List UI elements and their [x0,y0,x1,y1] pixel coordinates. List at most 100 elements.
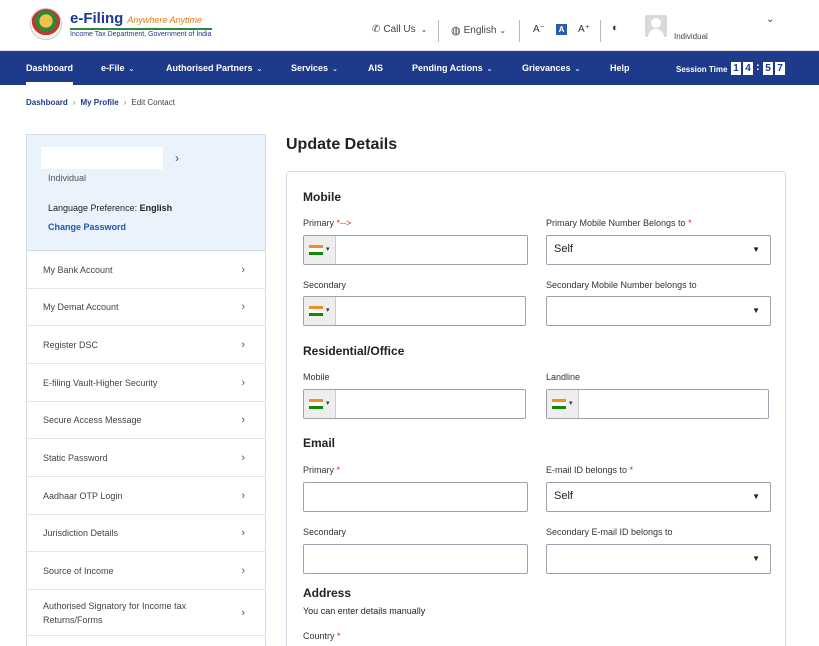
sidebar-item-demat-account[interactable]: My Demat Account › [27,288,265,326]
sidebar-item-register-dsc[interactable]: Register DSC › [27,326,265,364]
nav-efile[interactable]: e-File ⌄ [101,51,134,85]
chevron-right-icon: › [241,564,245,577]
profile-name-field[interactable] [41,147,163,169]
nav-dashboard[interactable]: Dashboard [26,51,74,85]
email-secondary-belongs-select[interactable]: ▼ [546,544,771,574]
secondary-belongs-select[interactable]: ▼ [546,296,771,326]
sidebar-item-jurisdiction-details[interactable]: Jurisdiction Details › [27,514,265,552]
nav-services[interactable]: Services ⌄ [291,51,338,85]
breadcrumb-my-profile[interactable]: My Profile [80,98,118,107]
chevron-down-icon: ⌄ [128,66,135,73]
chevron-right-icon: › [123,98,127,107]
email-secondary-input[interactable] [303,544,528,574]
main-navbar: Dashboard e-File ⌄ Authorised Partners ⌄ S… [0,51,819,85]
change-password-link[interactable]: Change Password [48,222,126,232]
primary-belongs-select[interactable]: Self ▼ [546,235,771,265]
mobile-section-title: Mobile [303,190,341,204]
india-flag-icon [309,306,323,316]
sidebar-item-authorised-signatory[interactable]: Authorised Signatory for Income tax Retu… [27,590,265,636]
primary-belongs-value: Self [554,243,573,255]
country-code-selector[interactable]: ▾ [304,297,336,325]
email-section-title: Email [303,436,336,450]
logo-subtitle: Income Tax Department, Government of Ind… [70,27,212,38]
avatar[interactable] [645,15,667,37]
top-header: e-Filing Anywhere Anytime Income Tax Depa… [0,0,819,51]
profile-role: Individual [48,173,87,183]
chevron-down-icon[interactable]: ⌄ [766,14,774,25]
landline-label: Landline [546,372,581,382]
sidebar-item-static-password[interactable]: Static Password › [27,439,265,477]
logo-tagline: Anywhere Anytime [127,14,203,25]
call-us-dropdown[interactable]: ✆ Call Us ⌄ [372,24,427,35]
language-dropdown[interactable]: ◍ English ⌄ [451,24,506,37]
chevron-right-icon: › [241,376,245,389]
language-label: English [463,25,497,36]
email-secondary-belongs-label: Secondary E-mail ID belongs to [546,527,673,537]
primary-mobile-input[interactable]: ▾ [303,235,528,265]
nav-ais[interactable]: AIS [368,51,383,85]
national-emblem-icon [30,8,62,40]
breadcrumb-dashboard[interactable]: Dashboard [26,98,68,107]
breadcrumb-current: Edit Contact [131,98,175,107]
india-flag-icon [309,245,323,255]
address-section-title: Address [303,586,352,600]
header-divider [600,20,601,42]
secondary-mobile-input[interactable]: ▾ [303,296,526,326]
efiling-logo[interactable]: e-Filing Anywhere Anytime Income Tax Depa… [30,8,212,40]
secondary-mobile-label: Secondary [303,280,347,290]
sidebar-item-source-of-income[interactable]: Source of Income › [27,552,265,590]
sidebar-item-bank-account[interactable]: My Bank Account › [27,251,265,289]
caret-down-icon: ▼ [752,306,760,315]
country-code-selector[interactable]: ▾ [304,390,336,418]
page-title: Update Details [286,136,398,153]
landline-input[interactable]: ▾ [546,389,769,419]
nav-help[interactable]: Help [610,51,630,85]
breadcrumb: Dashboard › My Profile › Edit Contact [26,98,175,107]
nav-pending-actions[interactable]: Pending Actions ⌄ [412,51,493,85]
india-flag-icon [552,399,566,409]
font-decrease-button[interactable]: A⁻ [533,24,545,35]
caret-down-icon: ▾ [326,307,330,314]
header-divider [438,20,439,42]
chevron-down-icon: ⌄ [574,66,581,73]
email-primary-input[interactable] [303,482,528,512]
sidebar-item-aadhaar-otp-login[interactable]: Aadhaar OTP Login › [27,477,265,515]
font-normal-button[interactable]: A [556,24,567,35]
nav-authorised-partners[interactable]: Authorised Partners ⌄ [166,51,262,85]
chevron-right-icon: › [241,300,245,313]
residential-mobile-label: Mobile [303,372,330,382]
chevron-right-icon: › [241,489,245,502]
session-time-label: Session Time [676,65,728,74]
email-belongs-select[interactable]: Self ▼ [546,482,771,512]
session-colon: : [756,61,760,73]
chevron-right-icon: › [241,606,245,619]
chevron-right-icon: › [241,413,245,426]
secondary-belongs-label: Secondary Mobile Number belongs to [546,280,697,290]
sidebar-item-secure-access-message[interactable]: Secure Access Message › [27,401,265,439]
email-secondary-label: Secondary [303,527,347,537]
chevron-down-icon: ⌄ [420,25,428,34]
chevron-down-icon: ⌄ [332,66,338,73]
session-digit: 4 [743,62,753,75]
logo-title: e-Filing [70,9,124,27]
sidebar-item-efiling-vault[interactable]: E-filing Vault-Higher Security › [27,364,265,402]
caret-down-icon: ▼ [752,554,760,563]
session-digit: 7 [775,62,785,75]
call-us-label: Call Us [383,24,416,35]
chevron-right-icon: › [241,263,245,276]
primary-belongs-label: Primary Mobile Number Belongs to * [546,218,692,228]
session-digit: 1 [731,62,741,75]
country-code-selector[interactable]: ▾ [547,390,579,418]
font-increase-button[interactable]: A⁺ [578,24,590,35]
country-code-selector[interactable]: ▾ [304,236,336,264]
chevron-down-icon: ⌄ [499,26,507,35]
nav-grievances[interactable]: Grievances ⌄ [522,51,580,85]
residential-mobile-input[interactable]: ▾ [303,389,526,419]
user-role-label: Individual [674,32,708,41]
chevron-right-icon[interactable]: › [175,151,179,165]
caret-down-icon: ▾ [326,400,330,407]
chevron-down-icon: ⌄ [256,66,263,73]
chevron-right-icon: › [72,98,76,107]
contrast-icon[interactable]: ◐ [612,22,619,34]
language-preference: Language Preference: English [48,203,173,213]
